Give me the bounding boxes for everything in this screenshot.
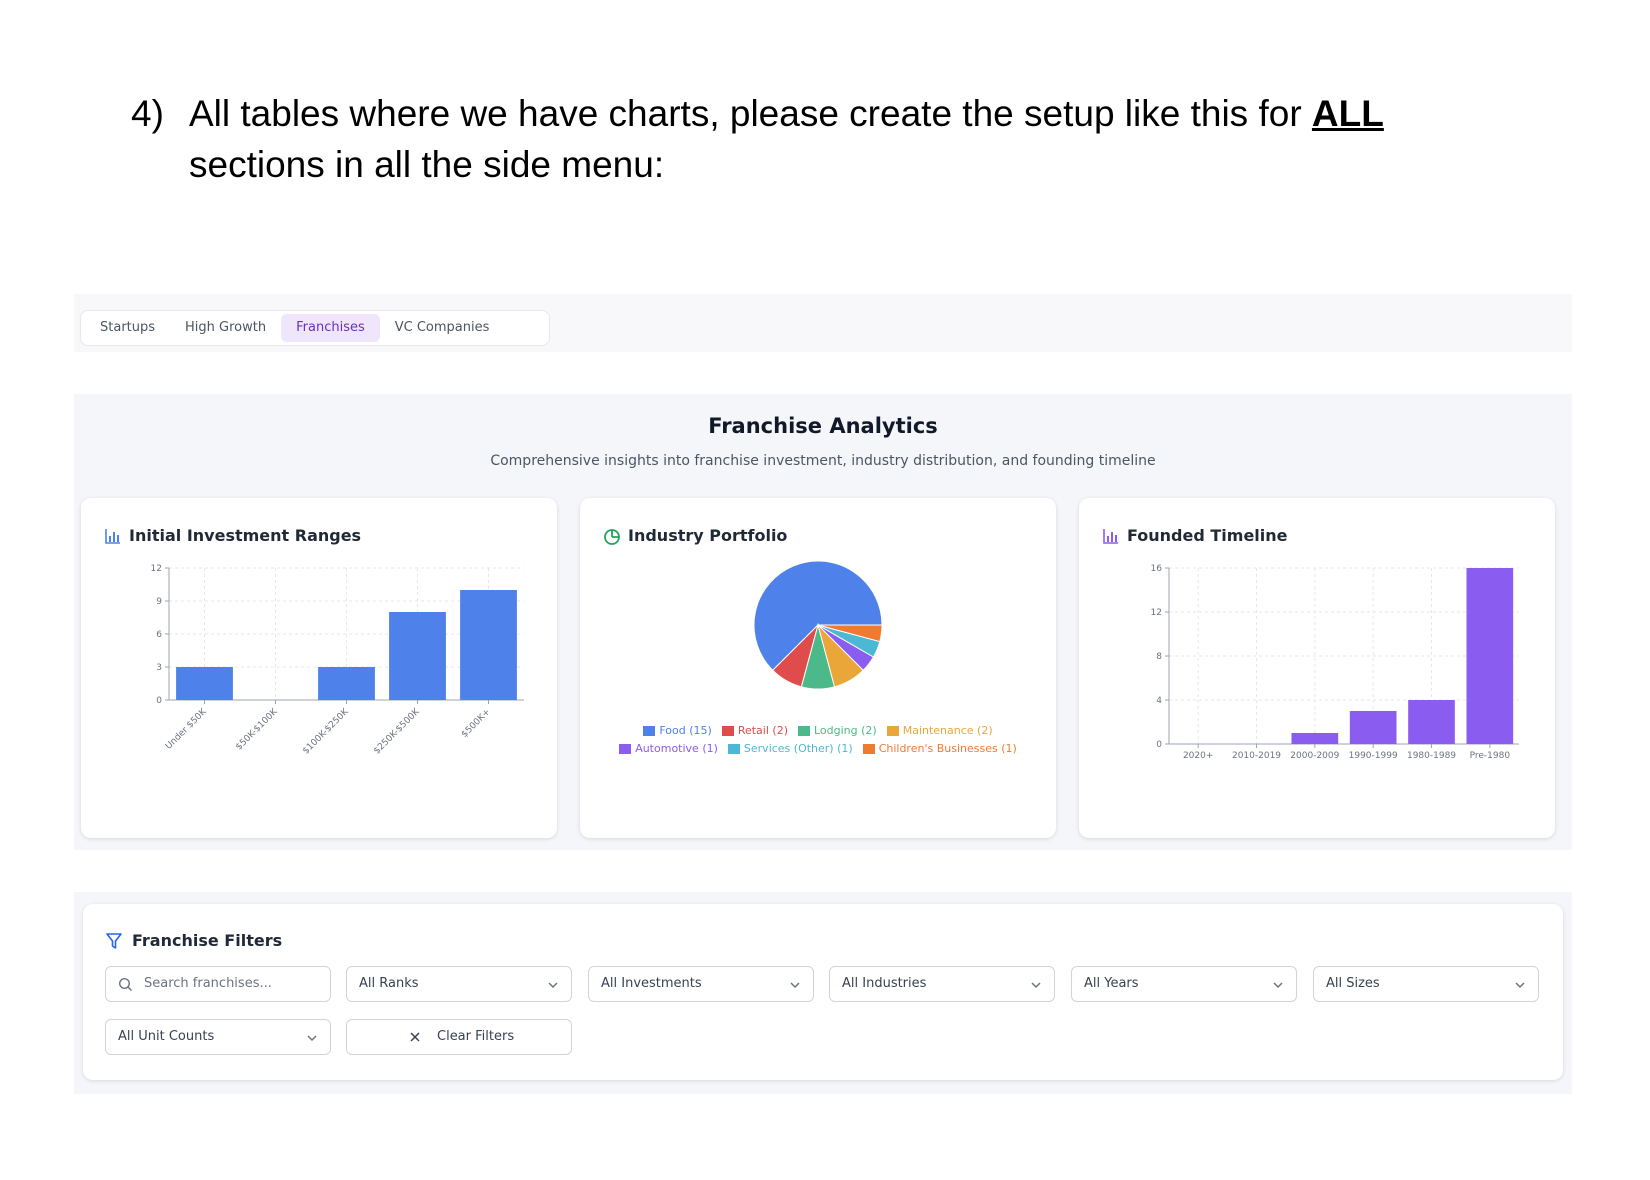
founded-card: Founded Timeline 0 4 8 12 16 2020+ 2010-2019 20… — [1079, 498, 1555, 838]
bar[interactable] — [460, 590, 517, 700]
rank-select[interactable]: All Ranks — [346, 966, 572, 1002]
industry-card: Industry Portfolio Food (15) Retail (2) Lo… — [580, 498, 1056, 838]
analytics-title: Franchise Analytics — [708, 414, 938, 438]
industry-select[interactable]: All Industries — [829, 966, 1055, 1002]
instruction-text-after: sections in all the side menu: — [189, 144, 665, 185]
legend-item[interactable]: Maintenance (2) — [886, 722, 993, 740]
x-tick-label: 1980-1989 — [1407, 751, 1456, 761]
y-tick-label: 12 — [1151, 608, 1162, 618]
bar[interactable] — [389, 612, 446, 700]
tab-franchises[interactable]: Franchises — [281, 314, 380, 342]
legend-item[interactable]: Children's Businesses (1) — [862, 740, 1017, 758]
legend-item[interactable]: Food (15) — [643, 722, 712, 740]
instruction-body: All tables where we have charts, please … — [189, 88, 1469, 190]
tab-startups[interactable]: Startups — [85, 314, 170, 342]
y-tick-label: 6 — [156, 630, 162, 640]
industry-legend: Food (15) Retail (2) Lodging (2) Maintenanc… — [580, 722, 1056, 758]
legend-label: Children's Businesses (1) — [878, 742, 1017, 755]
analytics-subtitle: Comprehensive insights into franchise in… — [490, 453, 1156, 469]
bar[interactable] — [1291, 733, 1339, 744]
search-input[interactable]: Search franchises... — [105, 966, 331, 1002]
legend-swatch — [721, 726, 734, 736]
founded-bar-chart: 0 4 8 12 16 2020+ 2010-2019 2000-2009 1990-1999 1… — [1151, 564, 1519, 761]
instruction-number: 4) — [131, 93, 164, 134]
search-placeholder: Search franchises... — [144, 976, 272, 991]
legend-label: Automotive (1) — [635, 742, 718, 755]
x-tick-label: 2000-2009 — [1290, 751, 1339, 761]
close-icon — [410, 1032, 420, 1042]
legend-label: Maintenance (2) — [902, 724, 993, 737]
unit-count-select-value: All Unit Counts — [118, 1029, 215, 1044]
bar[interactable] — [318, 667, 375, 700]
bar[interactable] — [1466, 568, 1514, 744]
investment-bar-chart: 0 3 6 9 12 Under $50K $50K-$100K $100K-$250K $25… — [151, 564, 524, 756]
year-select-value: All Years — [1084, 976, 1139, 991]
chevron-down-icon — [1273, 982, 1283, 989]
x-tick-label: $100K-$250K — [301, 706, 351, 756]
x-tick-label: $50K-$100K — [234, 706, 280, 752]
chevron-down-icon — [307, 1035, 317, 1042]
bar[interactable] — [1408, 700, 1455, 744]
instruction-emphasis: ALL — [1311, 93, 1384, 134]
industry-select-value: All Industries — [842, 976, 927, 991]
analytics-section: Franchise Analytics Comprehensive insigh… — [74, 394, 1572, 850]
bar[interactable] — [1349, 711, 1397, 744]
legend-label: Lodging (2) — [814, 724, 877, 737]
x-tick-label: 1990-1999 — [1349, 751, 1398, 761]
tab-vc-companies[interactable]: VC Companies — [380, 314, 505, 342]
legend-label: Food (15) — [659, 724, 712, 737]
legend-label: Retail (2) — [737, 724, 788, 737]
investment-card: Initial Investment Ranges 0 3 6 9 12 Under $5… — [81, 498, 557, 838]
instruction-text-before: All tables where we have charts, please … — [189, 93, 1312, 134]
tab-high-growth[interactable]: High Growth — [170, 314, 281, 342]
y-tick-label: 12 — [151, 564, 162, 574]
legend-swatch — [886, 726, 899, 736]
industry-pie-chart — [753, 560, 883, 690]
chevron-down-icon — [790, 982, 800, 989]
category-tabs: Startups High Growth Franchises VC Compa… — [80, 310, 550, 346]
chevron-down-icon — [548, 982, 558, 989]
filters-title: Franchise Filters — [132, 931, 283, 950]
franchise-filters-panel: Franchise Filters Search franchises... A… — [83, 904, 1563, 1080]
y-tick-label: 3 — [156, 663, 162, 673]
size-select-value: All Sizes — [1326, 976, 1380, 991]
y-tick-label: 9 — [156, 597, 162, 607]
y-tick-label: 0 — [1156, 740, 1162, 750]
unit-count-select[interactable]: All Unit Counts — [105, 1019, 331, 1055]
legend-swatch — [619, 744, 632, 754]
chevron-down-icon — [1515, 982, 1525, 989]
legend-swatch — [862, 744, 875, 754]
rank-select-value: All Ranks — [359, 976, 419, 991]
x-tick-label: 2020+ — [1183, 751, 1213, 761]
x-tick-label: Under $50K — [164, 706, 209, 751]
legend-item[interactable]: Services (Other) (1) — [727, 740, 853, 758]
search-icon — [118, 977, 132, 991]
x-tick-label: $250K-$500K — [372, 706, 422, 756]
legend-item[interactable]: Automotive (1) — [619, 740, 718, 758]
tabs-band: Startups High Growth Franchises VC Compa… — [74, 294, 1572, 352]
x-tick-label: $500K+ — [460, 707, 493, 740]
clear-filters-button[interactable]: Clear Filters — [346, 1019, 572, 1055]
x-tick-label: 2010-2019 — [1232, 751, 1281, 761]
bar[interactable] — [176, 667, 233, 700]
investment-select[interactable]: All Investments — [588, 966, 814, 1002]
x-tick-label: Pre-1980 — [1470, 751, 1511, 761]
legend-swatch — [798, 726, 810, 736]
legend-label: Services (Other) (1) — [743, 742, 853, 755]
size-select[interactable]: All Sizes — [1313, 966, 1539, 1002]
year-select[interactable]: All Years — [1071, 966, 1297, 1002]
y-tick-label: 4 — [1156, 696, 1162, 706]
clear-filters-label: Clear Filters — [437, 1029, 515, 1044]
legend-swatch — [727, 744, 740, 754]
y-tick-label: 8 — [1156, 652, 1162, 662]
y-tick-label: 16 — [1151, 564, 1163, 574]
investment-select-value: All Investments — [601, 976, 702, 991]
legend-item[interactable]: Retail (2) — [721, 722, 788, 740]
chevron-down-icon — [1031, 982, 1041, 989]
legend-swatch — [643, 726, 656, 736]
legend-item[interactable]: Lodging (2) — [798, 722, 877, 740]
filter-icon — [106, 933, 122, 949]
y-tick-label: 0 — [156, 696, 162, 706]
filters-band: Franchise Filters Search franchises... A… — [74, 892, 1572, 1094]
